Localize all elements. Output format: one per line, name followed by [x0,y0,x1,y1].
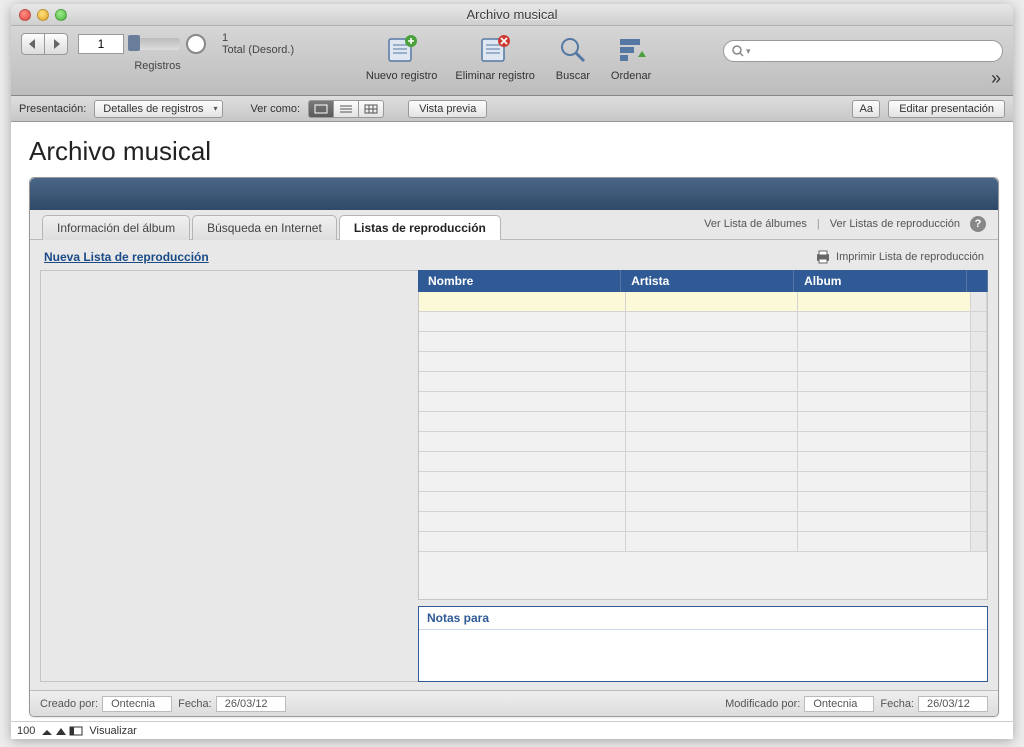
sort-button[interactable]: Ordenar [611,32,651,82]
modified-by-label: Modificado por: [725,698,800,710]
created-by-label: Creado por: [40,698,98,710]
notes-box[interactable]: Notas para [418,606,988,682]
layout-dropdown[interactable]: Detalles de registros [94,100,222,118]
table-row[interactable] [419,332,987,352]
window-title: Archivo musical [11,7,1013,22]
modified-by-value: Ontecnia [804,696,874,712]
modified-date-value: 26/03/12 [918,696,988,712]
record-number-field[interactable]: 1 [78,34,124,54]
view-playlists-link[interactable]: Ver Listas de reproducción [830,218,960,230]
created-date-label: Fecha: [178,698,212,710]
record-slider[interactable] [130,38,180,50]
view-list-button[interactable] [333,100,359,118]
print-icon [815,250,831,264]
table-row[interactable] [419,392,987,412]
record-count-info: 1 Total (Desord.) [222,32,294,56]
panel-shelf: Información del álbum Búsqueda en Intern… [30,210,998,240]
panel-footer: Creado por: Ontecnia Fecha: 26/03/12 Mod… [30,690,998,716]
content-area: Archivo musical Información del álbum Bú… [11,122,1013,721]
table-row[interactable] [419,432,987,452]
page-title: Archivo musical [29,136,999,167]
find-button[interactable]: Buscar [553,32,593,82]
tabset: Información del álbum Búsqueda en Intern… [42,215,501,240]
edit-layout-button[interactable]: Editar presentación [888,100,1005,118]
toolbar-overflow-button[interactable]: » [991,68,1001,89]
status-bar: 100 Visualizar [11,721,1013,739]
created-date-value: 26/03/12 [216,696,286,712]
preview-button[interactable]: Vista previa [408,100,487,118]
table-row[interactable] [419,492,987,512]
view-as-label: Ver como: [251,103,301,115]
col-header-nombre[interactable]: Nombre [418,270,621,292]
view-as-segment [308,100,384,118]
notes-label: Notas para [419,607,987,630]
formatting-aa-button[interactable]: Aa [852,100,880,118]
app-window: Archivo musical 1 1 Total (Desord.) [11,4,1013,739]
quick-find-input[interactable]: ▾ [723,40,1003,62]
zoom-in-icon[interactable] [55,726,67,736]
main-panel: Información del álbum Búsqueda en Intern… [29,177,999,717]
table-row[interactable] [419,372,987,392]
mode-label[interactable]: Visualizar [89,725,137,737]
table-row[interactable] [419,472,987,492]
new-record-button[interactable]: Nuevo registro [366,32,438,82]
table-row[interactable] [419,292,987,312]
format-bar: Presentación: Detalles de registros Ver … [11,96,1013,122]
tab-internet-search[interactable]: Búsqueda en Internet [192,215,337,240]
panel-body: Nueva Lista de reproducción Imprimir Lis… [30,240,998,690]
view-form-button[interactable] [308,100,334,118]
table-row[interactable] [419,312,987,332]
status-parts-icon[interactable] [69,726,83,736]
status-icons[interactable] [41,726,83,736]
created-by-value: Ontecnia [102,696,172,712]
help-icon[interactable]: ? [970,216,986,232]
toolbar: 1 1 Total (Desord.) Registros [11,26,1013,96]
print-playlist-link[interactable]: Imprimir Lista de reproducción [815,250,984,264]
titlebar: Archivo musical [11,4,1013,26]
new-playlist-link[interactable]: Nueva Lista de reproducción [44,250,209,264]
table-row[interactable] [419,532,987,552]
zoom-level[interactable]: 100 [17,725,35,737]
prev-record-button[interactable] [21,33,45,55]
zoom-out-icon[interactable] [41,726,53,736]
grid-header: Nombre Artista Album [418,270,988,292]
next-record-button[interactable] [44,33,68,55]
table-row[interactable] [419,452,987,472]
table-row[interactable] [419,412,987,432]
col-header-album[interactable]: Album [794,270,967,292]
modified-date-label: Fecha: [880,698,914,710]
table-row[interactable] [419,512,987,532]
view-table-button[interactable] [358,100,384,118]
tab-playlists[interactable]: Listas de reproducción [339,215,501,240]
panel-header [30,178,998,210]
view-album-list-link[interactable]: Ver Lista de álbumes [704,218,807,230]
col-header-artista[interactable]: Artista [621,270,794,292]
layout-label: Presentación: [19,103,86,115]
table-row[interactable] [419,352,987,372]
tab-album-info[interactable]: Información del álbum [42,215,190,240]
found-set-pie-icon[interactable] [186,34,206,54]
search-icon [732,45,744,57]
playlists-list[interactable] [40,270,418,682]
registros-label: Registros [21,60,294,72]
delete-record-button[interactable]: Eliminar registro [455,32,534,82]
grid-body[interactable] [418,292,988,600]
